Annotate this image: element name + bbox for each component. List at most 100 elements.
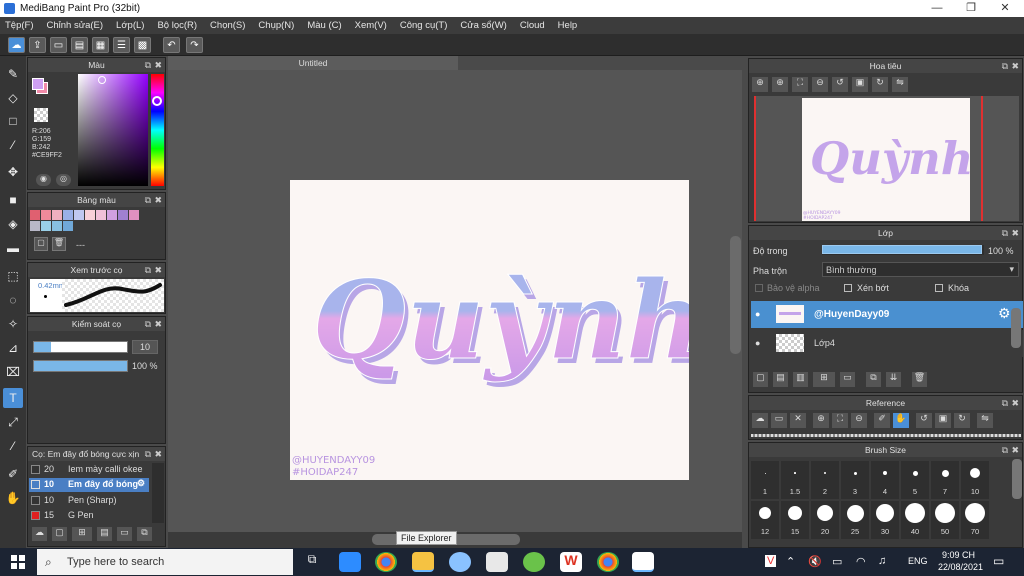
select-pen-tool-icon[interactable]: ⊿ xyxy=(3,338,23,358)
chrome-profile-icon[interactable] xyxy=(597,552,619,572)
foreground-color-swatch[interactable] xyxy=(32,78,44,90)
brush-size-scrollbar[interactable] xyxy=(1012,459,1022,499)
brush-size-cell[interactable]: 1 xyxy=(751,461,779,499)
palette-swatch[interactable] xyxy=(63,221,73,231)
menu-tools[interactable]: Công cụ(T) xyxy=(400,20,448,31)
layer-list-scrollbar[interactable] xyxy=(1011,308,1021,348)
chrome-icon[interactable] xyxy=(375,552,397,572)
undock-icon[interactable]: ⧉ xyxy=(145,447,151,461)
layer-row-selected[interactable]: ● @HuyenDayy09 ⚙ xyxy=(751,301,1023,328)
palette-swatch[interactable] xyxy=(118,210,128,220)
brush-size-cell[interactable]: 1.5 xyxy=(781,461,809,499)
green-app-icon[interactable] xyxy=(523,552,545,572)
lasso-tool-icon[interactable]: ◌ xyxy=(3,290,23,310)
clock-time[interactable]: 9:09 CH xyxy=(942,550,975,560)
volume-muted-icon[interactable]: 🔇 xyxy=(808,555,822,568)
close-reference-icon[interactable]: ✕ xyxy=(790,413,806,428)
cloud-brush-icon[interactable]: ☁ xyxy=(32,527,47,541)
brush-tool-icon[interactable]: ✎ xyxy=(3,64,23,84)
minimize-button[interactable]: — xyxy=(920,0,954,17)
eyedropper-icon[interactable]: ✐ xyxy=(874,413,890,428)
rotate-left-icon[interactable]: ↺ xyxy=(916,413,932,428)
palette-swatch[interactable] xyxy=(96,210,106,220)
brush-size-slider[interactable] xyxy=(33,341,128,353)
close-panel-icon[interactable]: ✖ xyxy=(154,58,162,72)
brush-list-item[interactable]: 20 Iem mày calli okee xyxy=(29,463,149,476)
magic-wand-tool-icon[interactable]: ✧ xyxy=(3,314,23,334)
fill-rect-tool-icon[interactable]: ■ xyxy=(3,190,23,210)
color-mode-icon[interactable]: ◎ xyxy=(56,174,71,186)
eyedropper-tool-icon[interactable]: ✐ xyxy=(3,464,23,484)
messenger-app-icon[interactable] xyxy=(486,552,508,572)
task-view-icon[interactable]: ⧉ xyxy=(301,552,323,572)
message-icon[interactable]: ▤ xyxy=(71,37,88,53)
eye-icon[interactable]: ● xyxy=(755,309,760,319)
brush-size-cell[interactable]: 50 xyxy=(931,501,959,539)
actual-size-icon[interactable]: ▣ xyxy=(935,413,951,428)
brush-size-cell[interactable]: 5 xyxy=(901,461,929,499)
close-panel-icon[interactable]: ✖ xyxy=(154,193,162,207)
gear-icon[interactable]: ⚙ xyxy=(998,305,1011,322)
rotate-left-icon[interactable]: ↺ xyxy=(832,77,848,92)
close-panel-icon[interactable]: ✖ xyxy=(1011,59,1019,73)
hand-icon[interactable]: ✋ xyxy=(893,413,909,428)
chevron-up-icon[interactable]: ⌃ xyxy=(786,555,795,568)
zoom-in-alt-icon[interactable]: ⊕ xyxy=(772,77,788,92)
fit-icon[interactable]: ⛶ xyxy=(832,413,848,428)
menu-capture[interactable]: Chụp(N) xyxy=(258,20,294,31)
drawing-canvas[interactable]: Quỳnh Quỳnh @HUYENDAYY09 #HOIDAP247 xyxy=(290,180,689,480)
select-eraser-tool-icon[interactable]: ⌧ xyxy=(3,362,23,382)
folder-icon[interactable]: ▭ xyxy=(117,527,132,541)
flip-icon[interactable]: ⇋ xyxy=(977,413,993,428)
undo-button[interactable]: ↶ xyxy=(163,37,180,53)
navigator-view[interactable]: Quỳnh @HUYENDAYY09 #HOIDAP247 xyxy=(754,96,1019,221)
brush-list-scrollbar[interactable] xyxy=(152,463,164,523)
menu-edit[interactable]: Chỉnh sửa(E) xyxy=(47,20,104,31)
hue-slider[interactable] xyxy=(151,74,164,186)
actual-size-icon[interactable]: ▣ xyxy=(852,77,868,92)
brush-list-item[interactable]: 10 Pen (Sharp) xyxy=(29,494,149,507)
palette-swatch[interactable] xyxy=(30,210,40,220)
divide-tool-icon[interactable]: ⁄ xyxy=(3,436,23,456)
wps-icon[interactable]: W xyxy=(560,552,582,572)
bucket-tool-icon[interactable]: ◈ xyxy=(3,214,23,234)
brush-size-cell[interactable]: 2 xyxy=(811,461,839,499)
duplicate-layer-icon[interactable]: ⧉ xyxy=(866,372,881,387)
palette-swatch[interactable] xyxy=(63,210,73,220)
brush-size-value[interactable]: 10 xyxy=(132,340,158,354)
maximize-button[interactable]: ❐ xyxy=(954,0,988,17)
new-brush-icon[interactable]: ▢ xyxy=(52,527,67,541)
close-panel-icon[interactable]: ✖ xyxy=(1011,226,1019,240)
close-panel-icon[interactable]: ✖ xyxy=(1011,443,1019,457)
windows-start-icon[interactable] xyxy=(0,548,36,576)
palette-swatch[interactable] xyxy=(41,210,51,220)
add-layer-menu-icon[interactable]: ⊞ xyxy=(813,372,835,387)
vivaldi-tray-icon[interactable]: V xyxy=(765,555,777,567)
brush-list-item-selected[interactable]: 10 Em đây đổ bóng ⚙ xyxy=(29,478,149,492)
cloud-icon[interactable]: ☁ xyxy=(752,413,768,428)
brush-size-cell[interactable]: 3 xyxy=(841,461,869,499)
eye-icon[interactable]: ● xyxy=(755,338,760,348)
brush-settings-icon[interactable]: ▤ xyxy=(97,527,112,541)
merge-layer-icon[interactable]: ⇊ xyxy=(886,372,901,387)
brush-size-cell[interactable]: 25 xyxy=(841,501,869,539)
brush-size-cell[interactable]: 70 xyxy=(961,501,989,539)
menu-color[interactable]: Màu (C) xyxy=(307,20,341,31)
move-tool-icon[interactable]: ✥ xyxy=(3,162,23,182)
shape-tool-icon[interactable]: □ xyxy=(3,111,23,131)
menu-filter[interactable]: Bộ lọc(R) xyxy=(157,20,197,31)
hand-tool-icon[interactable]: ✋ xyxy=(3,488,23,508)
brush-size-cell[interactable]: 10 xyxy=(961,461,989,499)
brush-opacity-slider[interactable] xyxy=(33,360,128,372)
menu-view[interactable]: Xem(V) xyxy=(355,20,387,31)
clock-date[interactable]: 22/08/2021 xyxy=(938,562,983,572)
fit-icon[interactable]: ⛶ xyxy=(792,77,808,92)
menu-layer[interactable]: Lớp(L) xyxy=(116,20,144,31)
share-icon[interactable]: ⇪ xyxy=(29,37,46,53)
blend-mode-select[interactable]: Bình thường ▾ xyxy=(822,262,1019,277)
taskbar-search-input[interactable]: Type here to search xyxy=(37,549,293,575)
rotate-right-icon[interactable]: ↻ xyxy=(872,77,888,92)
palette-swatch[interactable] xyxy=(107,210,117,220)
dot-tool-icon[interactable]: ⁄ xyxy=(3,135,23,155)
undock-icon[interactable]: ⧉ xyxy=(145,317,151,331)
